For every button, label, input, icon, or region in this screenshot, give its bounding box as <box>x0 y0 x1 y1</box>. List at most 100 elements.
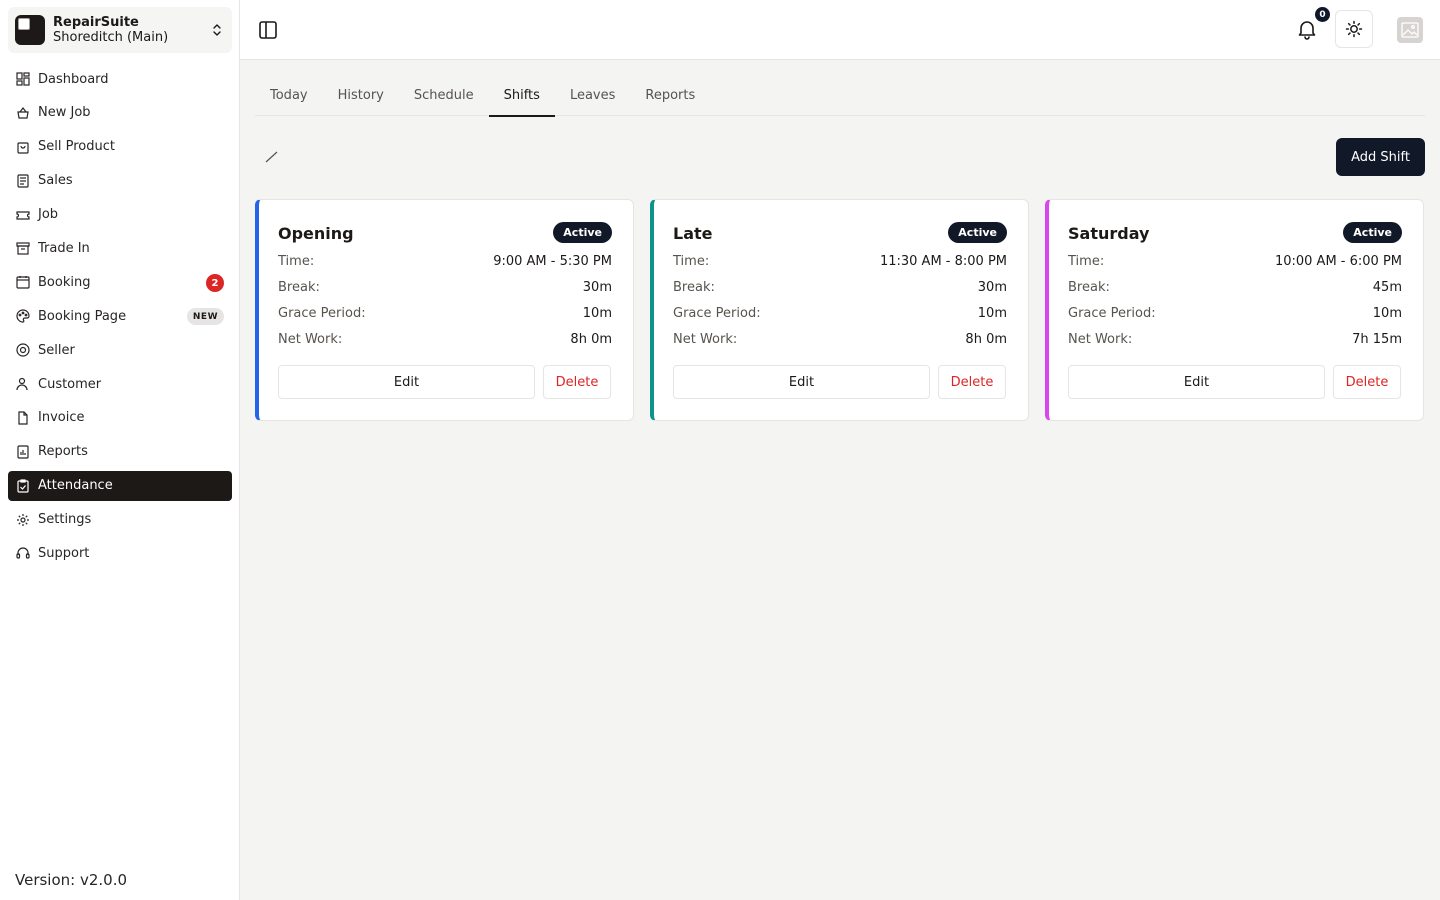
sidebar-item-booking[interactable]: Booking 2 <box>8 267 232 297</box>
tab-shifts[interactable]: Shifts <box>488 74 556 117</box>
clipboard-check-icon <box>16 479 30 493</box>
net-value: 8h 0m <box>570 331 612 347</box>
sidebar-item-label: New Job <box>38 105 91 121</box>
sidebar-item-sales[interactable]: Sales <box>8 166 232 196</box>
delete-button[interactable]: Delete <box>1333 365 1401 399</box>
time-value: 9:00 AM - 5:30 PM <box>493 253 612 269</box>
net-value: 7h 15m <box>1352 331 1402 347</box>
sidebar-item-label: Trade In <box>38 240 90 256</box>
sidebar-item-label: Reports <box>38 444 88 460</box>
status-badge: Active <box>1343 222 1402 243</box>
sidebar-item-label: Seller <box>38 342 75 358</box>
sidebar-item-label: Dashboard <box>38 71 109 87</box>
ticket-icon <box>16 208 30 222</box>
sidebar-item-label: Booking <box>38 274 91 290</box>
sidebar-item-customer[interactable]: Customer <box>8 369 232 399</box>
net-label: Net Work: <box>1068 331 1133 347</box>
version-label: Version: v2.0.0 <box>15 871 128 889</box>
org-text: RepairSuite Shoreditch (Main) <box>53 15 168 45</box>
add-shift-button[interactable]: Add Shift <box>1336 138 1425 176</box>
user-icon <box>16 377 30 391</box>
shift-grace-row: Grace Period: 10m <box>673 304 1007 322</box>
edit-button[interactable]: Edit <box>673 365 930 399</box>
tab-today[interactable]: Today <box>255 74 323 116</box>
time-label: Time: <box>673 253 710 269</box>
shift-time-row: Time: 10:00 AM - 6:00 PM <box>1068 252 1402 270</box>
shift-net-row: Net Work: 8h 0m <box>673 330 1007 348</box>
sidebar-item-settings[interactable]: Settings <box>8 505 232 535</box>
sidebar-toggle-icon[interactable] <box>257 19 279 41</box>
topbar: 0 <box>240 0 1440 60</box>
shift-name: Saturday <box>1068 224 1150 243</box>
time-value: 10:00 AM - 6:00 PM <box>1274 253 1402 269</box>
edit-button[interactable]: Edit <box>278 365 535 399</box>
tab-leaves[interactable]: Leaves <box>555 74 630 116</box>
shift-card: Opening Active Time: 9:00 AM - 5:30 PM B… <box>255 199 634 421</box>
status-badge: Active <box>553 222 612 243</box>
sidebar-item-label: Customer <box>38 376 102 392</box>
net-label: Net Work: <box>278 331 343 347</box>
headset-icon <box>16 546 30 560</box>
break-value: 30m <box>582 279 612 295</box>
report-icon <box>16 445 30 459</box>
sidebar-item-job[interactable]: Job <box>8 200 232 230</box>
time-label: Time: <box>278 253 315 269</box>
sidebar-item-label: Attendance <box>38 478 113 494</box>
shift-card: Late Active Time: 11:30 AM - 8:00 PM Bre… <box>650 199 1029 421</box>
sidebar-item-trade-in[interactable]: Trade In <box>8 233 232 263</box>
sidebar-item-seller[interactable]: Seller <box>8 335 232 365</box>
notification-count-badge: 0 <box>1315 7 1330 22</box>
delete-button[interactable]: Delete <box>543 365 611 399</box>
tab-schedule[interactable]: Schedule <box>399 74 489 116</box>
grace-value: 10m <box>582 305 612 321</box>
break-label: Break: <box>278 279 320 295</box>
sidebar-item-booking-page[interactable]: Booking Page NEW <box>8 301 232 331</box>
image-placeholder-icon <box>1401 22 1419 38</box>
sidebar-item-reports[interactable]: Reports <box>8 437 232 467</box>
org-logo <box>15 15 45 45</box>
delete-button[interactable]: Delete <box>938 365 1006 399</box>
sidebar-item-label: Job <box>38 207 59 223</box>
shift-grace-row: Grace Period: 10m <box>278 304 612 322</box>
shopping-bag-icon <box>16 140 30 154</box>
palette-icon <box>16 309 30 323</box>
shift-break-row: Break: 30m <box>278 278 612 296</box>
org-switcher[interactable]: RepairSuite Shoreditch (Main) <box>8 7 232 53</box>
bell-icon[interactable] <box>1296 18 1318 40</box>
sidebar-item-sell-product[interactable]: Sell Product <box>8 132 232 162</box>
grace-label: Grace Period: <box>1068 305 1156 321</box>
tab-reports[interactable]: Reports <box>630 74 710 116</box>
sidebar-item-label: Booking Page <box>38 308 127 324</box>
archive-icon <box>16 241 30 256</box>
dashboard-icon <box>16 72 30 86</box>
sidebar-item-attendance[interactable]: Attendance <box>8 470 232 501</box>
sidebar: RepairSuite Shoreditch (Main) Dashboard … <box>0 0 240 900</box>
avatar[interactable] <box>1397 17 1423 43</box>
sidebar-item-dashboard[interactable]: Dashboard <box>8 64 232 94</box>
edit-button[interactable]: Edit <box>1068 365 1325 399</box>
tab-history[interactable]: History <box>323 74 399 116</box>
sun-icon <box>1345 20 1363 38</box>
sidebar-item-support[interactable]: Support <box>8 538 232 568</box>
grace-value: 10m <box>977 305 1007 321</box>
booking-count-badge: 2 <box>206 274 224 293</box>
time-label: Time: <box>1068 253 1105 269</box>
sidebar-nav: Dashboard New Job Sell Product Sales Job… <box>8 64 232 572</box>
receipt-icon <box>16 174 30 188</box>
org-name: RepairSuite <box>53 15 139 30</box>
net-label: Net Work: <box>673 331 738 347</box>
sidebar-item-label: Sell Product <box>38 139 115 155</box>
shift-name: Opening <box>278 224 354 243</box>
shift-break-row: Break: 30m <box>673 278 1007 296</box>
sidebar-item-label: Settings <box>38 512 92 528</box>
theme-toggle-button[interactable] <box>1335 10 1373 48</box>
sidebar-item-label: Sales <box>38 173 73 189</box>
sidebar-item-new-job[interactable]: New Job <box>8 98 232 128</box>
calendar-icon <box>16 275 30 289</box>
org-branch: Shoreditch (Main) <box>53 30 169 45</box>
break-label: Break: <box>673 279 715 295</box>
sidebar-item-invoice[interactable]: Invoice <box>8 403 232 433</box>
shift-net-row: Net Work: 7h 15m <box>1068 330 1402 348</box>
new-job-icon <box>16 106 30 120</box>
chevrons-up-down-icon <box>213 24 221 36</box>
